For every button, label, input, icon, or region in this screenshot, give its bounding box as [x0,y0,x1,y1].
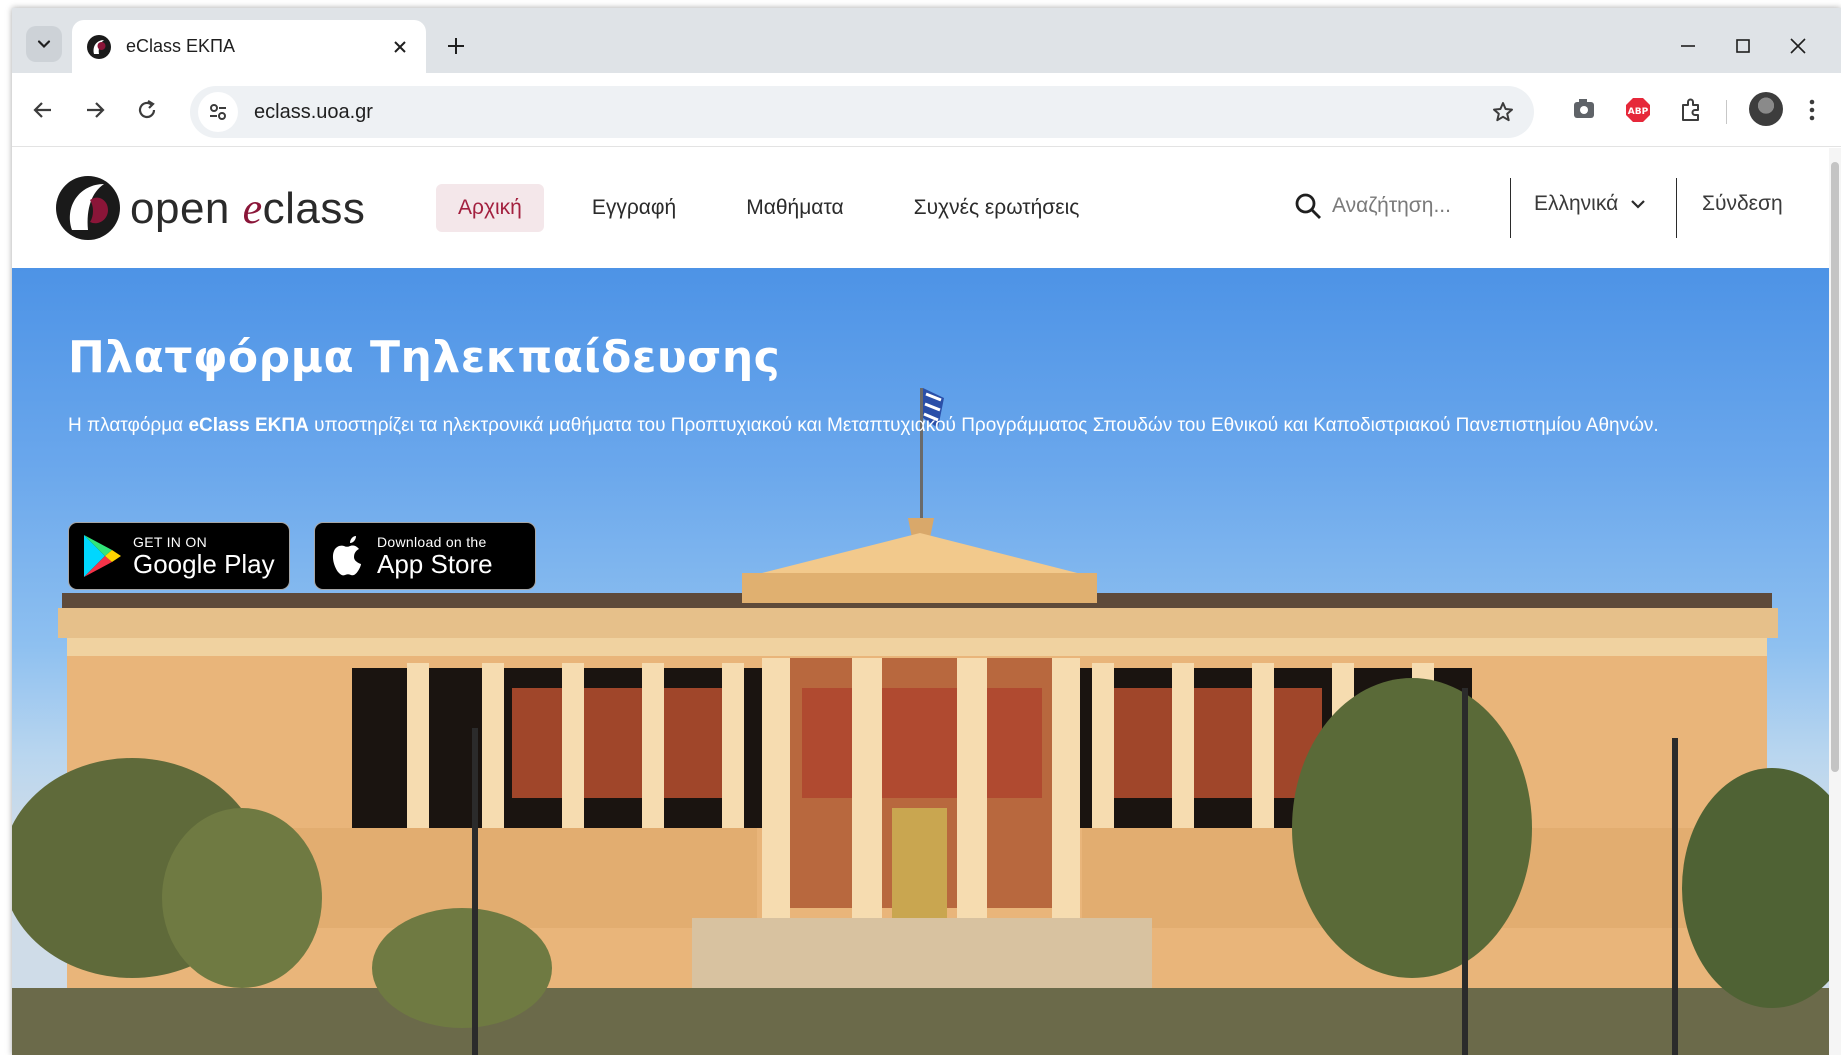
login-link[interactable]: Σύνδεση [1702,192,1783,216]
app-store-text: Download on the App Store [377,534,493,578]
site-logo[interactable]: open eclass [54,172,365,244]
chevron-down-icon [1631,200,1646,209]
browser-window: eClass ΕΚΠΑ eclass.uoa.gr ABP open eclas… [12,8,1841,1055]
reload-icon [138,100,156,119]
new-tab-button[interactable] [442,32,470,60]
app-store-small-text: Download on the [377,534,487,550]
browser-toolbar: eclass.uoa.gr ABP [12,73,1841,147]
nav-faq[interactable]: Συχνές ερωτήσεις [892,184,1102,232]
hero-desc-after: υποστηρίζει τα ηλεκτρονικά μαθήματα του … [308,415,1659,436]
scrollbar-thumb[interactable] [1831,162,1839,772]
google-play-text: GET IN ON Google Play [133,534,275,578]
hero-desc-before: Η πλατφόρμα [68,415,189,436]
language-select[interactable]: Ελληνικά [1534,192,1648,216]
profile-avatar[interactable] [1749,92,1783,126]
nav-courses[interactable]: Μαθήματα [724,184,865,232]
header-divider [1510,178,1511,238]
tab-search-button[interactable] [26,26,62,62]
search-icon [1295,193,1321,219]
chevron-down-icon [37,40,51,49]
google-play-button[interactable]: GET IN ON Google Play [68,522,290,590]
main-nav: Αρχική Εγγραφή Μαθήματα Συχνές ερωτήσεις [436,184,1127,232]
logo-text-class: class [262,183,366,233]
google-play-big-text: Google Play [133,549,275,579]
svg-text:ABP: ABP [1628,107,1649,117]
forward-button[interactable] [78,93,112,127]
close-window-button[interactable] [1782,30,1814,62]
reload-button[interactable] [130,93,164,127]
site-search[interactable]: Αναζήτηση... [1294,192,1451,220]
browser-tab[interactable]: eClass ΕΚΠΑ [72,20,426,73]
hero-banner: Πλατφόρμα Τηλεκπαίδευσης Η πλατφόρμα eCl… [12,268,1829,1055]
header-divider [1676,178,1677,238]
language-label: Ελληνικά [1534,192,1619,215]
google-play-small-text: GET IN ON [133,534,208,550]
logo-text-open: open [130,183,243,233]
google-play-icon [84,535,121,577]
minimize-button[interactable] [1672,30,1704,62]
nav-register[interactable]: Εγγραφή [570,184,698,232]
puzzle-extensions-icon[interactable] [1674,93,1708,127]
hero-description: Η πλατφόρμα eClass ΕΚΠΑ υποστηρίζει τα η… [68,408,1668,443]
address-bar[interactable]: eclass.uoa.gr [190,86,1534,138]
menu-button[interactable] [1795,93,1829,127]
close-icon [1790,38,1806,54]
back-button[interactable] [26,93,60,127]
eclass-favicon-icon [87,34,111,59]
app-store-button[interactable]: Download on the App Store [314,522,536,590]
maximize-button[interactable] [1727,30,1759,62]
kebab-menu-icon [1809,99,1815,121]
open-eclass-logo-icon [56,176,120,240]
url-text: eclass.uoa.gr [254,100,373,123]
arrow-right-icon [87,102,105,118]
search-input[interactable]: Αναζήτηση... [1332,194,1451,218]
site-header: open eclass Αρχική Εγγραφή Μαθήματα Συχν… [12,148,1829,268]
adblock-plus-icon[interactable]: ABP [1621,93,1655,127]
page-scrollbar[interactable] [1829,148,1841,1055]
tab-title: eClass ΕΚΠΑ [126,36,236,56]
bookmark-star-icon[interactable] [1486,95,1520,129]
tab-strip: eClass ΕΚΠΑ [12,8,1841,73]
app-store-big-text: App Store [377,549,493,579]
hero-title: Πλατφόρμα Τηλεκπαίδευσης [68,332,781,383]
site-info-button[interactable] [198,92,238,132]
apple-icon [332,536,361,576]
plus-icon [448,38,464,54]
hero-desc-bold: eClass ΕΚΠΑ [188,415,309,436]
toolbar-separator [1726,100,1727,124]
tune-icon [210,104,226,120]
maximize-icon [1736,39,1750,53]
nav-home[interactable]: Αρχική [436,184,544,232]
camera-extension-icon[interactable] [1567,93,1601,127]
university-building-image [12,388,1829,1055]
logo-text-e: e [242,183,263,233]
minimize-icon [1681,45,1695,47]
logo-text: open eclass [130,183,365,234]
close-tab-icon[interactable] [388,35,412,59]
arrow-left-icon [33,102,51,118]
